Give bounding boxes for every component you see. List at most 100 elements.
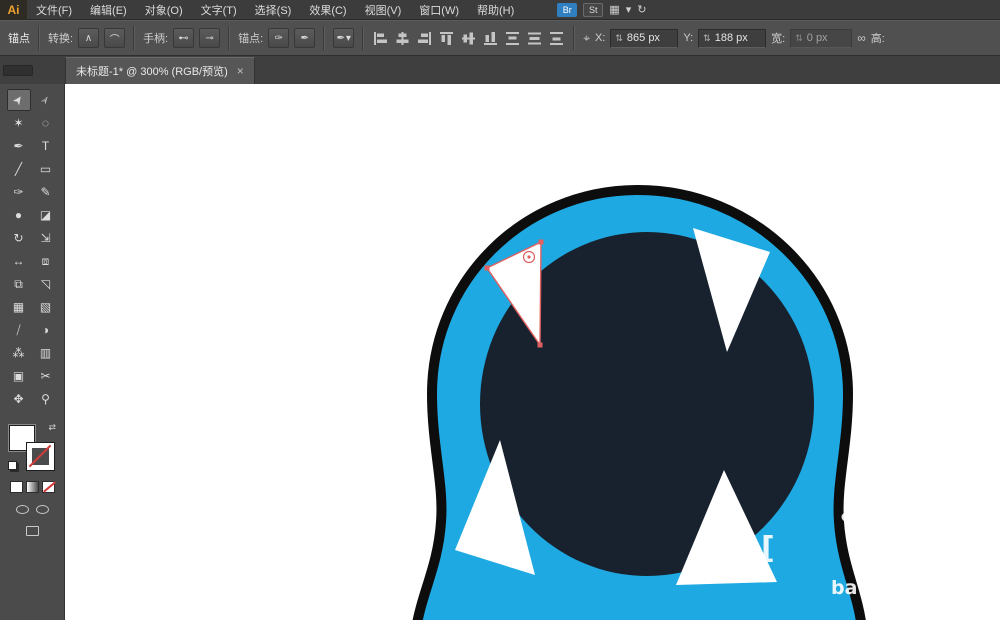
paintbrush-tool[interactable]: ✑ bbox=[7, 181, 31, 203]
mesh-tool[interactable]: ▦ bbox=[7, 296, 31, 318]
distribute-center-button[interactable] bbox=[526, 31, 543, 46]
hide-handles-button[interactable]: ⊸ bbox=[199, 28, 220, 48]
distribute-top-button[interactable] bbox=[504, 31, 521, 46]
svg-text:[: [ bbox=[761, 531, 775, 566]
menu-object[interactable]: 对象(O) bbox=[136, 0, 192, 19]
reference-point-icon[interactable]: ⌖ bbox=[583, 31, 590, 46]
menu-edit[interactable]: 编辑(E) bbox=[81, 0, 136, 19]
align-right-button[interactable] bbox=[416, 31, 433, 46]
free-transform-tool[interactable]: ⧈ bbox=[34, 250, 58, 272]
add-anchor-button[interactable]: ✒ bbox=[294, 28, 315, 48]
symbol-sprayer-tool[interactable]: ⁂ bbox=[7, 342, 31, 364]
eyedropper-tool[interactable]: ⧸ bbox=[7, 319, 31, 341]
menu-right-icons: Br St ▦ ▾ ↻ bbox=[557, 0, 646, 19]
bridge-badge[interactable]: Br bbox=[557, 3, 577, 17]
stroke-color-swatch[interactable] bbox=[27, 443, 54, 470]
slice-tool[interactable]: ✂ bbox=[34, 365, 58, 387]
rotate-tool[interactable]: ↻ bbox=[7, 227, 31, 249]
distribute-bottom-button[interactable] bbox=[548, 31, 565, 46]
menu-select[interactable]: 选择(S) bbox=[246, 0, 301, 19]
type-icon: T bbox=[42, 139, 49, 153]
distribute-center-icon bbox=[527, 31, 542, 46]
anchors-label: 锚点: bbox=[238, 30, 263, 46]
menu-bar: Ai 文件(F)编辑(E)对象(O)文字(T)选择(S)效果(C)视图(V)窗口… bbox=[0, 0, 1000, 20]
align-top-button[interactable] bbox=[438, 31, 455, 46]
stock-badge[interactable]: St bbox=[583, 3, 603, 17]
draw-normal-icon[interactable] bbox=[16, 505, 29, 514]
menu-file[interactable]: 文件(F) bbox=[27, 0, 81, 19]
y-label: Y: bbox=[683, 32, 693, 44]
convert-label: 转换: bbox=[48, 30, 73, 46]
pencil-tool[interactable]: ✎ bbox=[34, 181, 58, 203]
menu-type[interactable]: 文字(T) bbox=[192, 0, 246, 19]
column-graph-tool[interactable]: ▥ bbox=[34, 342, 58, 364]
tools-grid: ➤➢✶◌✒ T ╱▭✑ ✎ ● ◪ ↻⇲↔⧈ ⧉ ◹ ▦▧⧸◑⁂▥▣✂✥⚲ bbox=[7, 89, 58, 410]
workspace-switcher-icon[interactable]: ▦ bbox=[609, 3, 619, 16]
menu-window[interactable]: 窗口(W) bbox=[410, 0, 468, 19]
zoom-tool[interactable]: ⚲ bbox=[34, 388, 58, 410]
width-tool[interactable]: ↔ bbox=[7, 250, 31, 272]
pencil-icon: ✎ bbox=[40, 185, 50, 199]
perspective-grid-icon: ◹ bbox=[41, 277, 50, 291]
stepper-icon[interactable]: ⇅ bbox=[703, 33, 711, 44]
align-v-center-button[interactable] bbox=[460, 31, 477, 46]
close-icon[interactable]: × bbox=[237, 65, 244, 77]
remove-anchor-button[interactable]: ✑ bbox=[268, 28, 289, 48]
show-handles-button[interactable]: ⊷ bbox=[173, 28, 194, 48]
gradient-tool[interactable]: ▧ bbox=[34, 296, 58, 318]
eraser-tool[interactable]: ◪ bbox=[34, 204, 58, 226]
pen-tool[interactable]: ✒ bbox=[7, 135, 31, 157]
type-tool[interactable]: T bbox=[34, 135, 58, 157]
change-screen-mode-icon[interactable] bbox=[26, 526, 39, 536]
link-dimensions-icon[interactable]: ∞ bbox=[857, 31, 866, 45]
perspective-grid-tool[interactable]: ◹ bbox=[34, 273, 58, 295]
x-input[interactable]: ⇅ 865 px bbox=[610, 29, 678, 48]
align-bottom-icon bbox=[483, 31, 498, 46]
canvas[interactable]: [ ba bbox=[65, 84, 1000, 620]
menu-effect[interactable]: 效果(C) bbox=[300, 0, 355, 19]
color-button[interactable] bbox=[10, 481, 23, 493]
y-input[interactable]: ⇅ 188 px bbox=[698, 29, 766, 48]
screen-mode-row bbox=[26, 526, 39, 536]
separator bbox=[362, 26, 364, 50]
convert-to-corner-button[interactable]: ∧ bbox=[78, 28, 99, 48]
none-button[interactable] bbox=[42, 481, 55, 493]
magic-wand-tool[interactable]: ✶ bbox=[7, 112, 31, 134]
document-tab[interactable]: 未标题-1* @ 300% (RGB/预览) × bbox=[65, 57, 255, 84]
artboard-tool[interactable]: ▣ bbox=[7, 365, 31, 387]
chevron-down-icon[interactable]: ▾ bbox=[626, 3, 632, 16]
stepper-icon[interactable]: ⇅ bbox=[615, 33, 623, 44]
width-input[interactable]: ⇅ 0 px bbox=[790, 29, 852, 48]
align-h-center-button[interactable] bbox=[394, 31, 411, 46]
control-bar: 锚点 转换: ∧ ⌒ 手柄: ⊷ ⊸ 锚点: ✑ ✒ ✒ ▾ ⌖ X: ⇅ 86… bbox=[0, 20, 1000, 56]
stepper-icon[interactable]: ⇅ bbox=[795, 33, 803, 44]
line-segment-tool[interactable]: ╱ bbox=[7, 158, 31, 180]
shape-builder-icon: ⧉ bbox=[14, 277, 23, 292]
hand-tool[interactable]: ✥ bbox=[7, 388, 31, 410]
menu-view[interactable]: 视图(V) bbox=[356, 0, 411, 19]
draw-modes bbox=[16, 505, 49, 514]
menu-help[interactable]: 帮助(H) bbox=[468, 0, 523, 19]
panel-grip[interactable] bbox=[3, 65, 33, 76]
swap-fill-stroke-icon[interactable]: ⇄ bbox=[48, 422, 56, 433]
default-fill-stroke-icon[interactable] bbox=[8, 461, 17, 470]
rectangle-tool[interactable]: ▭ bbox=[34, 158, 58, 180]
path-options-button[interactable]: ✒ ▾ bbox=[333, 28, 354, 48]
y-value: 188 px bbox=[715, 32, 748, 44]
align-left-button[interactable] bbox=[372, 31, 389, 46]
blend-tool[interactable]: ◑ bbox=[34, 319, 58, 341]
draw-behind-icon[interactable] bbox=[36, 505, 49, 514]
sync-icon[interactable]: ↻ bbox=[637, 3, 646, 16]
convert-to-smooth-button[interactable]: ⌒ bbox=[104, 28, 125, 48]
gradient-button[interactable] bbox=[26, 481, 39, 493]
blob-brush-tool[interactable]: ● bbox=[7, 204, 31, 226]
scale-tool[interactable]: ⇲ bbox=[34, 227, 58, 249]
eraser-icon: ◪ bbox=[40, 208, 51, 222]
lasso-tool[interactable]: ◌ bbox=[34, 112, 58, 134]
align-bottom-button[interactable] bbox=[482, 31, 499, 46]
distribute-bottom-icon bbox=[549, 31, 564, 46]
direct-selection-tool[interactable]: ➢ bbox=[34, 89, 58, 111]
shape-builder-tool[interactable]: ⧉ bbox=[7, 273, 31, 295]
watermark-text: ba bbox=[831, 577, 857, 599]
selection-tool[interactable]: ➤ bbox=[7, 89, 31, 111]
